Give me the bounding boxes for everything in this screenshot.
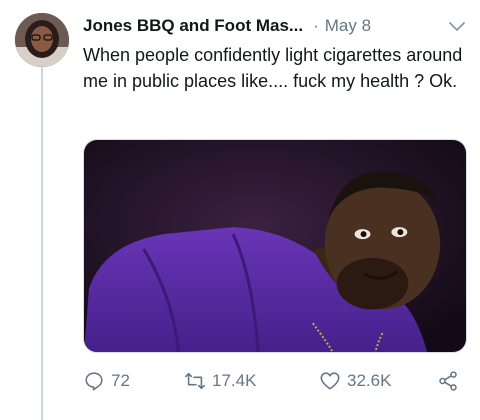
share-button[interactable] [437, 366, 465, 396]
retweet-button[interactable]: 17.4K [184, 366, 256, 396]
like-button[interactable]: 32.6K [319, 366, 391, 396]
author-name[interactable]: Jones BBQ and Foot Mas... [83, 16, 303, 36]
tweet-header: Jones BBQ and Foot Mas... · May 8 [83, 14, 467, 38]
like-count: 32.6K [347, 371, 392, 390]
thread-line [41, 67, 43, 420]
retweet-count: 17.4K [212, 371, 257, 390]
tweet-date[interactable]: May 8 [325, 16, 371, 36]
reply-button[interactable]: 72 [83, 366, 130, 396]
avatar[interactable] [15, 13, 69, 67]
share-icon [439, 371, 457, 391]
reply-icon [85, 372, 103, 391]
chevron-down-icon[interactable] [447, 16, 467, 36]
heart-icon [320, 372, 340, 390]
retweet-icon [185, 372, 205, 390]
tweet-photo[interactable] [83, 139, 467, 353]
reply-count: 72 [111, 371, 130, 390]
tweet-actions: 72 17.4K 32.6K [83, 366, 473, 396]
tweet-text: When people confidently light cigarettes… [83, 45, 463, 91]
separator-dot: · [313, 16, 319, 35]
